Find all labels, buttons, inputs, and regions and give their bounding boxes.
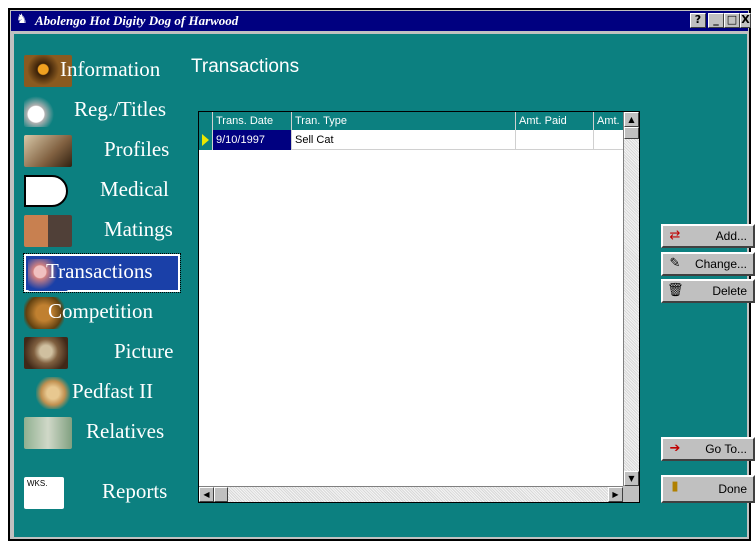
app-icon: ♞ <box>16 12 28 27</box>
cell-tran-type[interactable]: Sell Cat <box>292 130 516 150</box>
sidebar-item-medical[interactable]: Medical <box>22 172 182 210</box>
table-row[interactable]: 9/10/1997 Sell Cat <box>199 130 623 150</box>
kittens-icon <box>24 417 72 449</box>
sidebar-item-label: Reports <box>102 479 168 503</box>
add-button-label: Add... <box>715 229 747 243</box>
row-selector-header <box>199 112 213 130</box>
caduceus-icon <box>24 175 68 207</box>
done-button-label: Done <box>718 482 747 496</box>
scroll-up-icon[interactable]: ▲ <box>624 112 639 127</box>
go-to-button-label: Go To... <box>705 442 747 456</box>
go-to-button[interactable]: ➔ Go To... <box>661 437 755 461</box>
scroll-corner <box>623 486 639 502</box>
sidebar-item-label: Profiles <box>104 137 170 161</box>
ribbon-icon <box>24 95 64 127</box>
column-header-trans-date[interactable]: Trans. Date <box>213 112 292 130</box>
window-title: Abolengo Hot Digity Dog of Harwood <box>35 13 239 28</box>
current-row-marker <box>199 130 213 150</box>
cell-trans-date[interactable]: 9/10/1997 <box>213 130 292 150</box>
exit-door-icon: ▮ <box>671 479 679 494</box>
sidebar-item-relatives[interactable]: Relatives <box>22 414 182 452</box>
delete-button[interactable]: 🗑 Delete <box>661 279 755 303</box>
edit-document-icon: ✎ <box>669 256 681 271</box>
maximize-button[interactable]: □ <box>724 13 740 28</box>
column-header-tran-type[interactable]: Tran. Type <box>292 112 516 130</box>
horizontal-scroll-thumb[interactable] <box>214 487 228 502</box>
report-thumb-text: WKS. <box>27 479 48 488</box>
cats-pair-icon <box>24 215 72 247</box>
sidebar-item-label: Picture <box>114 339 174 363</box>
sidebar-item-label: Information <box>60 57 161 81</box>
row-pointer-icon <box>202 134 209 146</box>
title-bar[interactable]: ♞ Abolengo Hot Digity Dog of Harwood ? _… <box>11 11 751 31</box>
sidebar-item-label: Relatives <box>86 419 165 443</box>
sidebar-item-label: Transactions <box>46 259 153 283</box>
sidebar-item-reg-titles[interactable]: Reg./Titles <box>22 92 182 130</box>
go-to-arrow-icon: ➔ <box>669 441 681 456</box>
scroll-left-icon[interactable]: ◀ <box>199 487 214 502</box>
sidebar-item-competition[interactable]: Competition <box>22 294 182 332</box>
app-window: ♞ Abolengo Hot Digity Dog of Harwood ? _… <box>8 8 755 541</box>
vertical-scroll-thumb[interactable] <box>624 127 639 139</box>
sidebar-item-transactions[interactable]: Transactions <box>23 253 181 293</box>
close-button[interactable]: X <box>740 13 751 28</box>
cat-profile-icon <box>24 135 72 167</box>
client-area: Information Reg./Titles Profiles Medical… <box>14 34 755 537</box>
sidebar-item-reports[interactable]: WKS. Reports <box>22 474 182 512</box>
add-arrows-icon: ⇄ <box>669 228 681 243</box>
change-button[interactable]: ✎ Change... <box>661 252 755 276</box>
cat-photo-icon <box>24 337 68 369</box>
transactions-table[interactable]: Trans. Date Tran. Type Amt. Paid Amt. 9/… <box>198 111 640 503</box>
sidebar-item-label: Matings <box>104 217 173 241</box>
sidebar-item-profiles[interactable]: Profiles <box>22 132 182 170</box>
delete-button-label: Delete <box>712 284 747 298</box>
vertical-scrollbar[interactable]: ▲ ▼ <box>623 112 639 486</box>
add-button[interactable]: ⇄ Add... <box>661 224 755 248</box>
sidebar-item-pedfast-ii[interactable]: Pedfast II <box>22 374 182 412</box>
scroll-down-icon[interactable]: ▼ <box>624 471 639 486</box>
horizontal-scrollbar[interactable]: ◀ ▶ <box>199 486 623 502</box>
trash-can-icon: 🗑 <box>667 283 684 298</box>
table-header: Trans. Date Tran. Type Amt. Paid Amt. <box>199 112 623 130</box>
sidebar-item-picture[interactable]: Picture <box>22 334 182 372</box>
report-calendar-icon: WKS. <box>24 477 64 509</box>
page-title: Transactions <box>191 56 300 77</box>
minimize-button[interactable]: _ <box>708 13 724 28</box>
column-header-amt-paid[interactable]: Amt. Paid <box>516 112 594 130</box>
change-button-label: Change... <box>694 257 747 271</box>
cell-amt[interactable] <box>594 130 625 150</box>
sidebar-item-information[interactable]: Information <box>22 52 182 90</box>
done-button[interactable]: ▮ Done <box>661 475 755 503</box>
help-button[interactable]: ? <box>690 13 706 28</box>
sidebar-item-label: Reg./Titles <box>74 97 166 121</box>
scroll-right-icon[interactable]: ▶ <box>608 487 623 502</box>
sidebar-item-label: Pedfast II <box>72 379 154 403</box>
sidebar-item-label: Medical <box>100 177 169 201</box>
column-header-amt[interactable]: Amt. <box>594 112 625 130</box>
cell-amt-paid[interactable] <box>516 130 594 150</box>
sidebar-item-label: Competition <box>48 299 153 323</box>
cat-face-icon <box>36 377 70 409</box>
sidebar-item-matings[interactable]: Matings <box>22 212 182 250</box>
